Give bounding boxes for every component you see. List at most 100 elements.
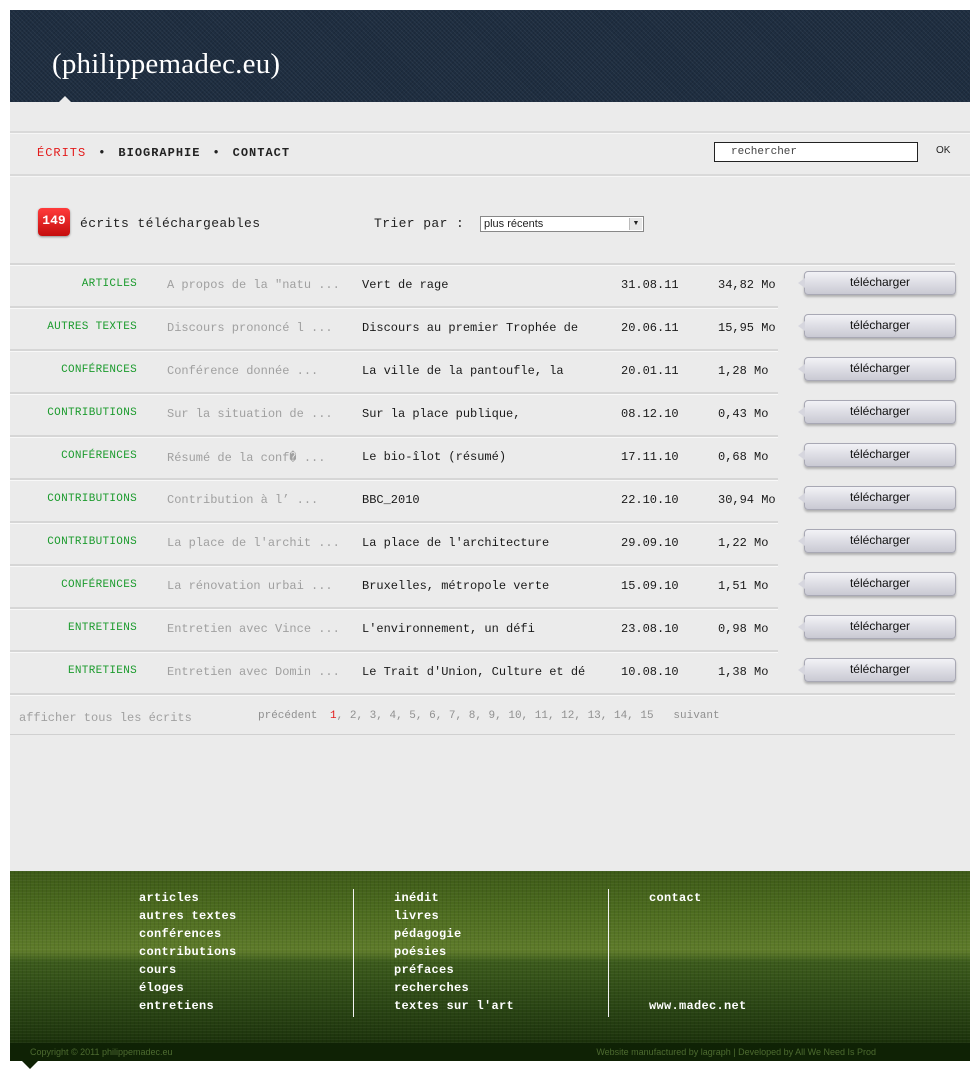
dropdown-arrow-icon: ▼ [629,218,642,230]
row-title[interactable]: Bruxelles, métropole verte [362,579,549,593]
row-category[interactable]: CONTRIBUTIONS [47,407,137,419]
row-title[interactable]: L'environnement, un défi [362,622,535,636]
speech-tip-icon [798,622,805,632]
site-title[interactable]: (philippemadec.eu) [52,46,280,82]
row-category[interactable]: CONTRIBUTIONS [47,536,137,548]
row-category[interactable]: ENTRETIENS [68,665,137,677]
footer-link[interactable]: articles [139,889,237,907]
footer-link[interactable]: livres [394,907,514,925]
speech-tip-icon [798,450,805,460]
row-category[interactable]: ARTICLES [82,278,137,290]
main-nav: ÉCRITS • BIOGRAPHIE • CONTACT [37,146,290,160]
row-excerpt[interactable]: A propos de la "natu ... [167,278,340,292]
row-excerpt[interactable]: Entretien avec Domin ... [167,665,340,679]
footer-notch [22,1061,38,1069]
list-item: CONFÉRENCES La rénovation urbai ... Bruxel… [10,567,970,607]
footer-link-contact[interactable]: contact [649,889,702,907]
pager-page[interactable]: 7 [449,710,456,722]
list-item: CONTRIBUTIONS Sur la situation de ... Sur … [10,395,970,435]
pager-page[interactable]: 14 [614,710,627,722]
footer-link[interactable]: éloges [139,979,237,997]
footer-link[interactable]: textes sur l'art [394,997,514,1015]
footer-link[interactable]: recherches [394,979,514,997]
nav-item-contact[interactable]: CONTACT [233,146,290,160]
download-label: télécharger [849,662,911,676]
download-button[interactable]: télécharger [798,486,956,510]
row-category[interactable]: AUTRES TEXTES [47,321,137,333]
row-excerpt[interactable]: La place de l'archit ... [167,536,340,550]
row-title[interactable]: Discours au premier Trophée de [362,321,578,335]
row-category[interactable]: CONTRIBUTIONS [47,493,137,505]
nav-item-biographie[interactable]: BIOGRAPHIE [118,146,200,160]
pager-page[interactable]: 10 [508,710,521,722]
nav-bullet-icon: • [98,146,107,160]
footer-link[interactable]: pédagogie [394,925,514,943]
footer-link[interactable]: inédit [394,889,514,907]
nav-item-ecrits[interactable]: ÉCRITS [37,146,86,160]
footer-link-madec[interactable]: www.madec.net [649,997,747,1015]
list-item: CONTRIBUTIONS Contribution à l’ ... BBC_20… [10,481,970,521]
footer-link[interactable]: autres textes [139,907,237,925]
pager-page[interactable]: 6 [429,710,436,722]
download-button[interactable]: télécharger [798,615,956,639]
footer-link[interactable]: cours [139,961,237,979]
row-category[interactable]: CONFÉRENCES [61,450,137,462]
footer-link[interactable]: conférences [139,925,237,943]
download-label: télécharger [849,275,911,289]
pagination: précédent 1, 2, 3, 4, 5, 6, 7, 8, 9, 10,… [258,710,720,722]
show-all-link[interactable]: afficher tous les écrits [19,711,192,725]
download-button[interactable]: télécharger [798,658,956,682]
row-excerpt[interactable]: Résumé de la conf� ... [167,450,325,465]
row-category[interactable]: CONFÉRENCES [61,579,137,591]
footer-column-categories: articles autres textes conférences contribu… [139,889,237,1015]
download-label: télécharger [849,533,911,547]
pager-page[interactable]: 13 [588,710,601,722]
row-category[interactable]: CONFÉRENCES [61,364,137,376]
row-excerpt[interactable]: Sur la situation de ... [167,407,333,421]
row-title[interactable]: Le bio-îlot (résumé) [362,450,506,464]
row-excerpt[interactable]: Discours prononcé l ... [167,321,333,335]
row-excerpt[interactable]: Conférence donnée ... [167,364,318,378]
pager-divider [10,734,955,735]
pager-prev[interactable]: précédent [258,710,317,722]
site-header: (philippemadec.eu) [10,10,970,103]
footer-link[interactable]: entretiens [139,997,237,1015]
list-item: ENTRETIENS Entretien avec Domin ... Le Tra… [10,653,970,693]
sort-select[interactable]: plus récents ▼ [480,216,644,232]
download-button[interactable]: télécharger [798,443,956,467]
row-title[interactable]: BBC_2010 [362,493,420,507]
footer-link[interactable]: préfaces [394,961,514,979]
download-button[interactable]: télécharger [798,271,956,295]
search-ok-button[interactable]: OK [936,145,950,156]
pager-next[interactable]: suivant [673,710,719,722]
search-input[interactable]: rechercher [714,142,918,162]
download-button[interactable]: télécharger [798,400,956,424]
credits[interactable]: Website manufactured by lagraph | Develo… [596,1047,876,1057]
row-excerpt[interactable]: Entretien avec Vince ... [167,622,340,636]
download-button[interactable]: télécharger [798,529,956,553]
row-excerpt[interactable]: La rénovation urbai ... [167,579,333,593]
row-title[interactable]: La ville de la pantoufle, la [362,364,564,378]
row-size: 1,38 Mo [718,665,769,679]
row-title[interactable]: Vert de rage [362,278,448,292]
row-title[interactable]: Le Trait d'Union, Culture et dé [362,665,585,679]
pager-sep: , [521,710,535,722]
row-title[interactable]: Sur la place publique, [362,407,520,421]
pager-sep: , [376,710,390,722]
row-excerpt[interactable]: Contribution à l’ ... [167,493,318,507]
row-category[interactable]: ENTRETIENS [68,622,137,634]
pager-page[interactable]: 15 [640,710,653,722]
row-date: 20.06.11 [621,321,679,335]
download-button[interactable]: télécharger [798,314,956,338]
list-item: ENTRETIENS Entretien avec Vince ... L'envi… [10,610,970,650]
row-title[interactable]: La place de l'architecture [362,536,549,550]
footer-link[interactable]: poésies [394,943,514,961]
download-button[interactable]: télécharger [798,572,956,596]
row-date: 22.10.10 [621,493,679,507]
pager-page[interactable]: 5 [409,710,416,722]
pager-page[interactable]: 11 [535,710,548,722]
download-button[interactable]: télécharger [798,357,956,381]
footer-link[interactable]: contributions [139,943,237,961]
pager-sep: , [547,710,562,722]
pager-page[interactable]: 12 [561,710,574,722]
